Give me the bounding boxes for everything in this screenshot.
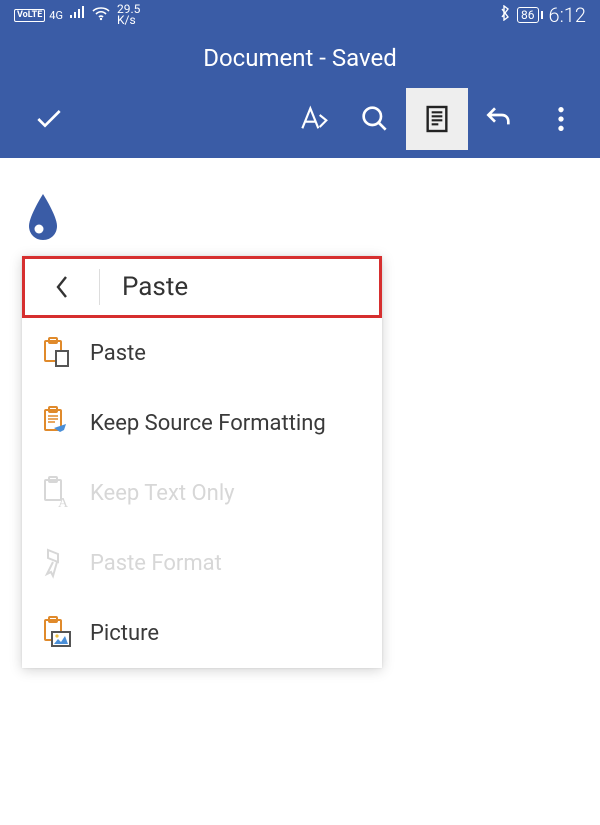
battery-cap [541, 11, 543, 19]
paste-icon [40, 336, 84, 370]
menu-label: Picture [84, 621, 159, 646]
reading-view-button[interactable] [406, 88, 468, 150]
picture-icon [40, 616, 84, 650]
net-speed: 29.5 K/s [117, 4, 140, 26]
keep-text-icon: A [40, 476, 84, 510]
signal-gen: 4G [49, 9, 63, 22]
paste-format-icon [40, 546, 84, 580]
bluetooth-icon [499, 5, 511, 25]
signal-icon [69, 6, 85, 24]
menu-label: Keep Source Formatting [84, 411, 326, 436]
svg-text:A: A [58, 496, 69, 510]
status-bar: VoLTE 4G 29.5 K/s 86 6:12 [0, 0, 600, 30]
toolbar [0, 72, 600, 150]
paste-menu-header[interactable]: Paste [22, 256, 382, 318]
menu-item-keep-text: A Keep Text Only [22, 458, 382, 528]
document-title: Document - Saved [0, 30, 600, 72]
clock: 6:12 [549, 3, 586, 27]
menu-item-paste-format: Paste Format [22, 528, 382, 598]
done-button[interactable] [18, 88, 80, 150]
search-button[interactable] [344, 88, 406, 150]
menu-item-picture[interactable]: Picture [22, 598, 382, 668]
ink-drop-icon [26, 192, 578, 246]
menu-label: Paste Format [84, 551, 222, 576]
paste-menu-title: Paste [100, 272, 188, 302]
menu-label: Keep Text Only [84, 481, 235, 506]
font-style-button[interactable] [282, 88, 344, 150]
status-right: 86 6:12 [499, 3, 586, 27]
more-button[interactable] [530, 88, 592, 150]
status-left: VoLTE 4G 29.5 K/s [14, 4, 140, 26]
document-area: Paste Paste Keep Source Formatting A Kee… [0, 158, 600, 668]
back-button[interactable] [25, 274, 99, 300]
menu-item-paste[interactable]: Paste [22, 318, 382, 388]
undo-button[interactable] [468, 88, 530, 150]
app-header: Document - Saved [0, 30, 600, 158]
menu-item-keep-source[interactable]: Keep Source Formatting [22, 388, 382, 458]
keep-source-icon [40, 406, 84, 440]
menu-label: Paste [84, 341, 146, 366]
paste-menu: Paste Paste Keep Source Formatting A Kee… [22, 256, 382, 668]
volte-badge: VoLTE [14, 9, 45, 22]
battery-indicator: 86 [517, 7, 539, 23]
wifi-icon [91, 5, 111, 25]
